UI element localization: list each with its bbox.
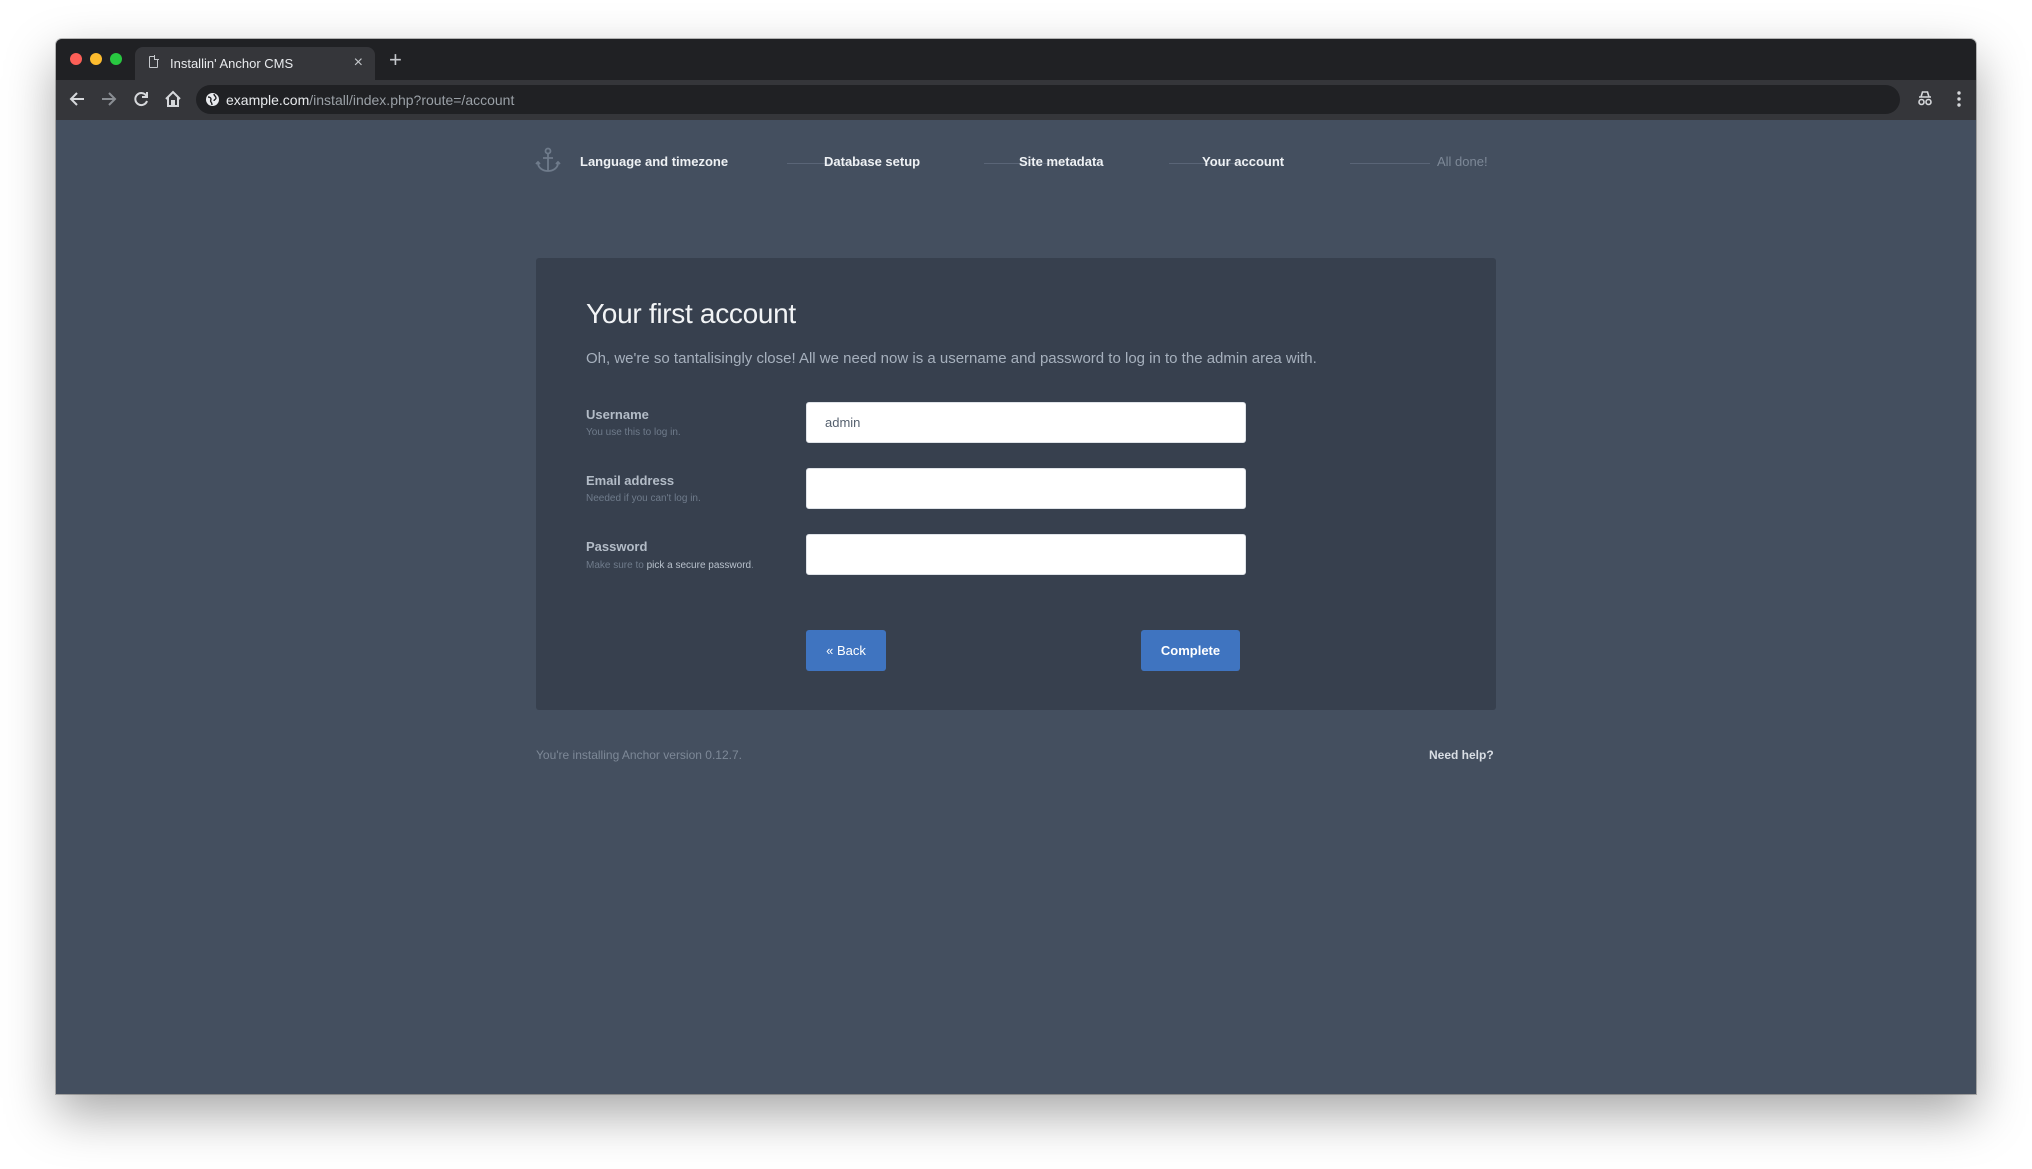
username-label: Username bbox=[586, 407, 649, 422]
url-text: example.com/install/index.php?route=/acc… bbox=[226, 92, 514, 108]
back-button[interactable]: « Back bbox=[806, 630, 886, 671]
email-help: Needed if you can't log in. bbox=[586, 493, 701, 504]
maximize-window-button[interactable] bbox=[110, 53, 122, 65]
step-database-setup: Database setup bbox=[824, 154, 921, 169]
secure-password-link[interactable]: pick a secure password bbox=[647, 560, 752, 571]
install-steps: Language and timezone Database setup Sit… bbox=[535, 146, 1495, 176]
back-arrow-icon[interactable] bbox=[68, 89, 86, 109]
complete-button[interactable]: Complete bbox=[1141, 630, 1240, 671]
browser-tab[interactable]: Installin' Anchor CMS × bbox=[135, 47, 375, 80]
step-site-metadata: Site metadata bbox=[1019, 154, 1104, 169]
address-bar[interactable]: example.com/install/index.php?route=/acc… bbox=[196, 85, 1900, 114]
close-window-button[interactable] bbox=[70, 53, 82, 65]
page-title: Your first account bbox=[586, 298, 796, 329]
password-help-prefix: Make sure to bbox=[586, 560, 647, 571]
need-help-link[interactable]: Need help? bbox=[1429, 748, 1494, 762]
intro-text: Oh, we're so tantalisingly close! All we… bbox=[586, 350, 1317, 367]
step-your-account: Your account bbox=[1202, 154, 1285, 169]
tab-strip: Installin' Anchor CMS × + bbox=[56, 39, 1976, 80]
username-help: You use this to log in. bbox=[586, 427, 681, 438]
minimize-window-button[interactable] bbox=[90, 53, 102, 65]
version-text: You're installing Anchor version 0.12.7. bbox=[536, 748, 742, 762]
username-input[interactable] bbox=[806, 402, 1246, 443]
new-tab-button[interactable]: + bbox=[389, 47, 402, 73]
email-input[interactable] bbox=[806, 468, 1246, 509]
anchor-logo-icon bbox=[535, 147, 561, 180]
home-icon[interactable] bbox=[164, 89, 182, 109]
installer-page: Language and timezone Database setup Sit… bbox=[56, 120, 1976, 1094]
step-all-done: All done! bbox=[1437, 154, 1488, 169]
reload-icon[interactable] bbox=[132, 89, 150, 109]
site-info-icon[interactable] bbox=[205, 92, 220, 112]
forward-arrow-icon[interactable] bbox=[100, 89, 118, 109]
account-form-card: Your first account Oh, we're so tantalis… bbox=[536, 258, 1496, 710]
tab-close-icon[interactable]: × bbox=[354, 54, 363, 72]
email-label: Email address bbox=[586, 473, 675, 488]
incognito-icon[interactable] bbox=[1916, 89, 1934, 109]
password-input[interactable] bbox=[806, 534, 1246, 575]
url-host: example.com bbox=[226, 92, 310, 108]
browser-window: Installin' Anchor CMS × + example.com/in… bbox=[56, 39, 1976, 1094]
page-icon bbox=[149, 55, 159, 68]
more-menu-icon[interactable] bbox=[1956, 89, 1962, 109]
password-label: Password bbox=[586, 539, 648, 554]
url-path: /install/index.php?route=/account bbox=[309, 92, 515, 108]
password-help: Make sure to pick a secure password. bbox=[586, 560, 754, 571]
step-connector bbox=[1350, 163, 1430, 164]
browser-toolbar: example.com/install/index.php?route=/acc… bbox=[56, 80, 1976, 121]
password-help-suffix: . bbox=[751, 560, 754, 571]
step-language-timezone: Language and timezone bbox=[580, 154, 729, 169]
tab-title: Installin' Anchor CMS bbox=[170, 56, 294, 71]
